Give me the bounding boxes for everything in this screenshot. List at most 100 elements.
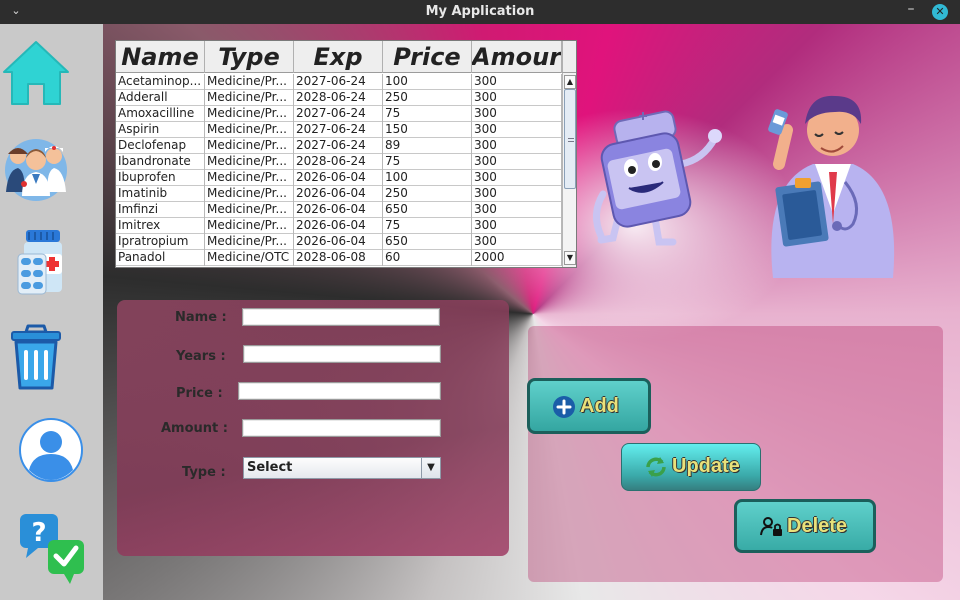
table-cell[interactable]: 75 [383, 154, 472, 170]
table-cell[interactable]: Declofenap [116, 138, 205, 154]
table-cell[interactable]: Amoxacilline [116, 106, 205, 122]
table-cell[interactable]: 2028-06-24 [294, 154, 383, 170]
sidebar-item-faq[interactable]: ? [14, 510, 90, 586]
table-cell[interactable]: 300 [472, 122, 562, 138]
table-cell[interactable]: Ibuprofen [116, 170, 205, 186]
table-cell[interactable]: Medicine/Pr... [205, 74, 294, 90]
table-cell[interactable]: 300 [472, 106, 562, 122]
table-cell[interactable]: Ibandronate [116, 154, 205, 170]
column-header-name[interactable]: Name [116, 41, 205, 73]
price-field[interactable] [238, 382, 441, 400]
column-header-exp[interactable]: Exp [294, 41, 383, 73]
scroll-up-icon[interactable]: ▲ [564, 75, 576, 89]
column-header-type[interactable]: Type [205, 41, 294, 73]
table-cell[interactable]: 300 [472, 170, 562, 186]
table-cell[interactable]: Medicine/Pr... [205, 138, 294, 154]
table-scrollbar[interactable]: ▲ ▼ [562, 73, 576, 267]
table-cell[interactable]: Ipratropium [116, 234, 205, 250]
table-cell[interactable]: 250 [383, 186, 472, 202]
sidebar-item-profile[interactable] [17, 416, 85, 484]
sidebar-item-medicines[interactable] [0, 224, 72, 296]
table-cell[interactable]: 2026-06-04 [294, 186, 383, 202]
table-cell[interactable]: Acetaminop... [116, 74, 205, 90]
amount-field[interactable] [242, 419, 441, 437]
table-row[interactable]: Amoxacilline Medicine/Pr... 2027-06-24 75 30… [116, 106, 562, 122]
table-cell[interactable]: 100 [383, 74, 472, 90]
table-cell[interactable]: 75 [383, 106, 472, 122]
table-row[interactable]: Adderall Medicine/Pr... 2028-06-24 250 300 [116, 90, 562, 106]
table-cell[interactable]: Medicine/Pr... [205, 186, 294, 202]
table-row[interactable]: Declofenap Medicine/Pr... 2027-06-24 89 300 [116, 138, 562, 154]
table-cell[interactable]: Medicine/OTC [205, 250, 294, 266]
update-button[interactable]: Update [621, 443, 761, 491]
column-header-amount[interactable]: Amour [472, 41, 562, 73]
delete-button[interactable]: Delete [734, 499, 876, 553]
table-cell[interactable]: Medicine/Pr... [205, 202, 294, 218]
table-cell[interactable]: Medicine/Pr... [205, 90, 294, 106]
minimize-icon[interactable]: – [902, 2, 920, 20]
table-cell[interactable]: Imfinzi [116, 202, 205, 218]
table-row[interactable]: Panadol Medicine/OTC 2028-06-08 60 2000 [116, 250, 562, 266]
table-cell[interactable]: Medicine/Pr... [205, 122, 294, 138]
table-row[interactable]: Ibandronate Medicine/Pr... 2028-06-24 75 300 [116, 154, 562, 170]
table-row[interactable]: Ibuprofen Medicine/Pr... 2026-06-04 100 300 [116, 170, 562, 186]
table-row[interactable]: Imitrex Medicine/Pr... 2026-06-04 75 300 [116, 218, 562, 234]
sidebar-item-home[interactable] [0, 36, 72, 108]
add-button[interactable]: Add [527, 378, 651, 434]
table-cell[interactable]: Aspirin [116, 122, 205, 138]
table-row[interactable]: Ipratropium Medicine/Pr... 2026-06-04 650 30… [116, 234, 562, 250]
chevron-down-icon[interactable]: ▼ [421, 458, 440, 478]
table-cell[interactable]: Imatinib [116, 186, 205, 202]
column-header-price[interactable]: Price [383, 41, 472, 73]
table-cell[interactable]: 300 [472, 218, 562, 234]
table-cell[interactable]: 2028-06-08 [294, 250, 383, 266]
scroll-thumb[interactable] [564, 89, 576, 189]
table-cell[interactable]: 75 [383, 218, 472, 234]
table-cell[interactable]: Medicine/Pr... [205, 234, 294, 250]
scroll-down-icon[interactable]: ▼ [564, 251, 576, 265]
table-cell[interactable]: 300 [472, 202, 562, 218]
table-row[interactable]: Acetaminop... Medicine/Pr... 2027-06-24 100… [116, 74, 562, 90]
table-row[interactable]: Imatinib Medicine/Pr... 2026-06-04 250 300 [116, 186, 562, 202]
table-cell[interactable]: Medicine/Pr... [205, 170, 294, 186]
table-cell[interactable]: 250 [383, 90, 472, 106]
table-cell[interactable]: 650 [383, 234, 472, 250]
sidebar-item-delete[interactable] [0, 318, 72, 390]
type-select[interactable]: Select ▼ [243, 457, 441, 479]
table-row[interactable]: Aspirin Medicine/Pr... 2027-06-24 150 300 [116, 122, 562, 138]
table-cell[interactable]: Medicine/Pr... [205, 106, 294, 122]
table-cell[interactable]: 300 [472, 186, 562, 202]
table-cell[interactable]: 100 [383, 170, 472, 186]
table-cell[interactable]: 2026-06-04 [294, 234, 383, 250]
table-cell[interactable]: 2026-06-04 [294, 202, 383, 218]
medicine-form: Name : Years : Price : Amount : Type : S… [117, 300, 509, 556]
table-cell[interactable]: 650 [383, 202, 472, 218]
table-cell[interactable]: 300 [472, 74, 562, 90]
table-cell[interactable]: 300 [472, 154, 562, 170]
medicine-table[interactable]: Name Type Exp Price Amour Acetaminop... M… [115, 40, 577, 268]
table-cell[interactable]: 300 [472, 138, 562, 154]
table-cell[interactable]: 2000 [472, 250, 562, 266]
table-cell[interactable]: Medicine/Pr... [205, 218, 294, 234]
table-cell[interactable]: 300 [472, 90, 562, 106]
table-cell[interactable]: Medicine/Pr... [205, 154, 294, 170]
table-cell[interactable]: 150 [383, 122, 472, 138]
sidebar-item-staff[interactable] [0, 130, 72, 202]
name-field[interactable] [242, 308, 440, 326]
table-cell[interactable]: 2027-06-24 [294, 106, 383, 122]
table-cell[interactable]: 2027-06-24 [294, 122, 383, 138]
table-cell[interactable]: Imitrex [116, 218, 205, 234]
close-icon[interactable]: ✕ [932, 4, 948, 20]
table-cell[interactable]: Panadol [116, 250, 205, 266]
table-cell[interactable]: 89 [383, 138, 472, 154]
table-cell[interactable]: Adderall [116, 90, 205, 106]
table-row[interactable]: Imfinzi Medicine/Pr... 2026-06-04 650 300 [116, 202, 562, 218]
table-cell[interactable]: 2027-06-24 [294, 138, 383, 154]
table-cell[interactable]: 2026-06-04 [294, 170, 383, 186]
table-cell[interactable]: 2028-06-24 [294, 90, 383, 106]
table-cell[interactable]: 60 [383, 250, 472, 266]
years-field[interactable] [243, 345, 441, 363]
table-cell[interactable]: 300 [472, 234, 562, 250]
table-cell[interactable]: 2027-06-24 [294, 74, 383, 90]
table-cell[interactable]: 2026-06-04 [294, 218, 383, 234]
